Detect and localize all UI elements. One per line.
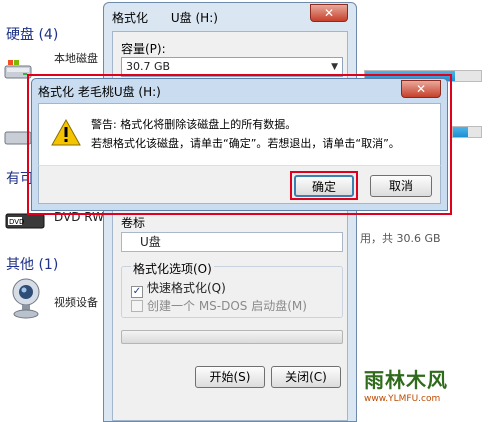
ok-button[interactable]: 确定 [294, 175, 354, 197]
volume-label-input[interactable]: U盘 [121, 232, 343, 252]
watermark-url: www.YLMFU.com [364, 394, 441, 404]
svg-text:DVD: DVD [9, 218, 24, 226]
local-disk-label[interactable]: 本地磁盘 [54, 50, 98, 66]
volume-label-label: 卷标 [121, 216, 146, 230]
format-window-close-button[interactable]: ✕ [310, 4, 348, 22]
format-warning-dialog: 格式化 老毛桃U盘 (H:) ✕ 警告: 格式化将删除该磁盘上的所有数据。 若想… [31, 78, 448, 211]
format-options-label: 格式化选项(O) [131, 260, 214, 277]
group-heading-hard-disks: 硬盘 (4) [6, 27, 59, 43]
site-watermark: 雨林木风 www.YLMFU.com [354, 360, 482, 412]
video-device-label[interactable]: 视频设备 [54, 294, 98, 310]
dialog-title: 格式化 老毛桃U盘 (H:) [38, 85, 161, 99]
free-space-text: 用，共 30.6 GB [360, 232, 441, 245]
group-heading-other: 其他 (1) [6, 257, 59, 273]
quick-format-checkbox[interactable]: ✓ 快速格式化(Q) [131, 279, 226, 298]
format-window-title: 格式化 U盘 (H:) [112, 11, 218, 25]
format-progress-bar [121, 330, 343, 344]
disk-usage-bar-2 [452, 126, 482, 138]
close-button[interactable]: 关闭(C) [271, 366, 341, 388]
start-button[interactable]: 开始(S) [195, 366, 265, 388]
msdos-boot-checkbox[interactable]: 创建一个 MS-DOS 启动盘(M) [131, 297, 307, 314]
warning-message-line2: 若想格式化该磁盘，请单击“确定”。若想退出，请单击“取消”。 [91, 137, 400, 150]
webcam-icon[interactable] [6, 276, 46, 323]
dialog-message-area: 警告: 格式化将删除该磁盘上的所有数据。 若想格式化该磁盘，请单击“确定”。若想… [38, 103, 441, 165]
cancel-button[interactable]: 取消 [370, 175, 432, 197]
checkbox-unchecked-icon [131, 300, 143, 312]
disk-usage-fill-2 [453, 127, 469, 137]
dialog-close-button[interactable]: ✕ [401, 80, 441, 98]
quick-format-label: 快速格式化(Q) [147, 281, 226, 295]
warning-message-line1: 警告: 格式化将删除该磁盘上的所有数据。 [91, 118, 297, 131]
warning-icon [51, 118, 81, 149]
capacity-value: 30.7 GB [126, 60, 171, 73]
watermark-logo-text: 雨林木风 [364, 368, 448, 392]
capacity-label: 容量(P): [121, 42, 166, 56]
msdos-boot-label: 创建一个 MS-DOS 启动盘(M) [147, 299, 307, 313]
